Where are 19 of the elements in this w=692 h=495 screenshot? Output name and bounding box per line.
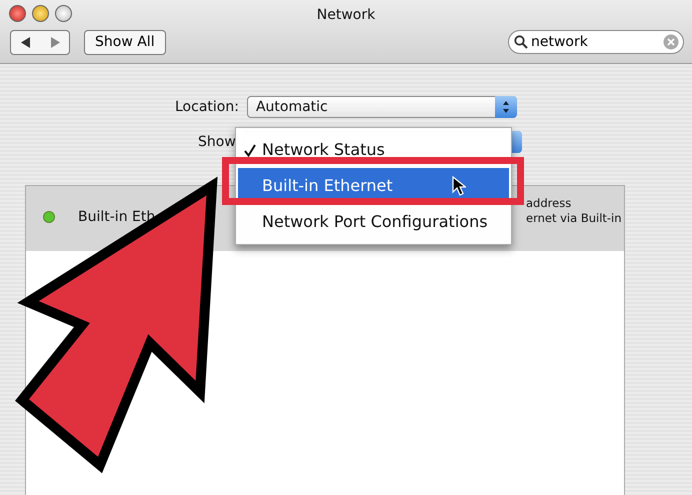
menu-item[interactable]: Network Port Configurations (238, 204, 509, 240)
location-label: Location: (175, 98, 239, 116)
show-all-button[interactable]: Show All (84, 30, 166, 55)
search-icon (514, 35, 528, 49)
status-text: ernet via Built-in (526, 211, 622, 226)
zoom-button[interactable] (55, 5, 72, 22)
minimize-button[interactable] (32, 5, 49, 22)
checkmark-icon (244, 144, 256, 156)
show-label: Show (198, 132, 236, 152)
window-title: Network (316, 7, 376, 23)
search-field[interactable]: network (508, 30, 684, 54)
location-popup[interactable]: Automatic (246, 96, 517, 118)
pointer-icon (452, 176, 466, 196)
back-icon[interactable] (20, 37, 30, 48)
close-button[interactable] (9, 5, 26, 22)
stepper-icon (502, 100, 510, 114)
forward-icon[interactable] (50, 37, 60, 48)
status-text: address (526, 196, 572, 211)
back-forward-control[interactable] (10, 30, 70, 55)
